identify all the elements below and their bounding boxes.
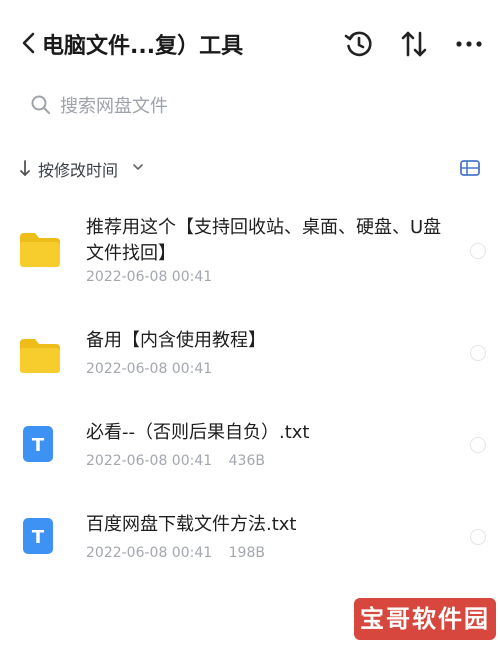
select-checkbox[interactable] — [470, 243, 486, 259]
file-meta: 2022-06-08 00:41 198B — [86, 545, 277, 561]
file-date: 2022-06-08 00:41 — [86, 269, 213, 285]
arrow-down-icon[interactable] — [18, 158, 32, 178]
file-date: 2022-06-08 00:41 — [86, 545, 213, 561]
file-name: 推荐用这个【支持回收站、桌面、硬盘、U盘文件找回】 — [86, 217, 442, 264]
watermark-logo: 宝哥软件园 — [354, 598, 496, 640]
txt-file-icon: T — [23, 426, 53, 462]
file-name: 百度网盘下载文件方法.txt — [86, 514, 297, 535]
search-icon — [31, 95, 50, 114]
folder-icon — [20, 339, 60, 373]
file-size: 436B — [228, 453, 265, 469]
folder-icon — [20, 233, 60, 267]
txt-icon-letter: T — [32, 435, 45, 456]
select-checkbox[interactable] — [470, 345, 486, 361]
file-date: 2022-06-08 00:41 — [86, 361, 213, 377]
txt-file-icon: T — [23, 518, 53, 554]
search-bar[interactable] — [20, 88, 480, 124]
view-mode-icon[interactable] — [459, 158, 481, 178]
sort-bar: 按修改时间 — [0, 150, 500, 186]
search-input[interactable] — [58, 90, 462, 122]
file-meta: 2022-06-08 00:41 — [86, 361, 224, 377]
file-meta: 2022-06-08 00:41 — [86, 269, 224, 285]
select-checkbox[interactable] — [470, 437, 486, 453]
select-checkbox[interactable] — [470, 529, 486, 545]
file-size: 198B — [228, 545, 265, 561]
top-bar: 电脑文件...复）工具 — [0, 0, 500, 86]
txt-icon-letter: T — [32, 527, 45, 548]
chevron-down-icon[interactable] — [132, 162, 144, 172]
page-title: 电脑文件...复）工具 — [42, 34, 244, 59]
file-name: 备用【内含使用教程】 — [86, 330, 266, 351]
history-icon[interactable] — [343, 28, 375, 60]
more-icon[interactable] — [453, 28, 485, 60]
chevron-left-icon[interactable] — [18, 30, 40, 56]
sort-icon[interactable] — [398, 28, 430, 60]
sort-label[interactable]: 按修改时间 — [38, 157, 118, 181]
file-name: 必看--（否则后果自负）.txt — [86, 422, 310, 443]
file-date: 2022-06-08 00:41 — [86, 453, 213, 469]
file-meta: 2022-06-08 00:41 436B — [86, 453, 277, 469]
